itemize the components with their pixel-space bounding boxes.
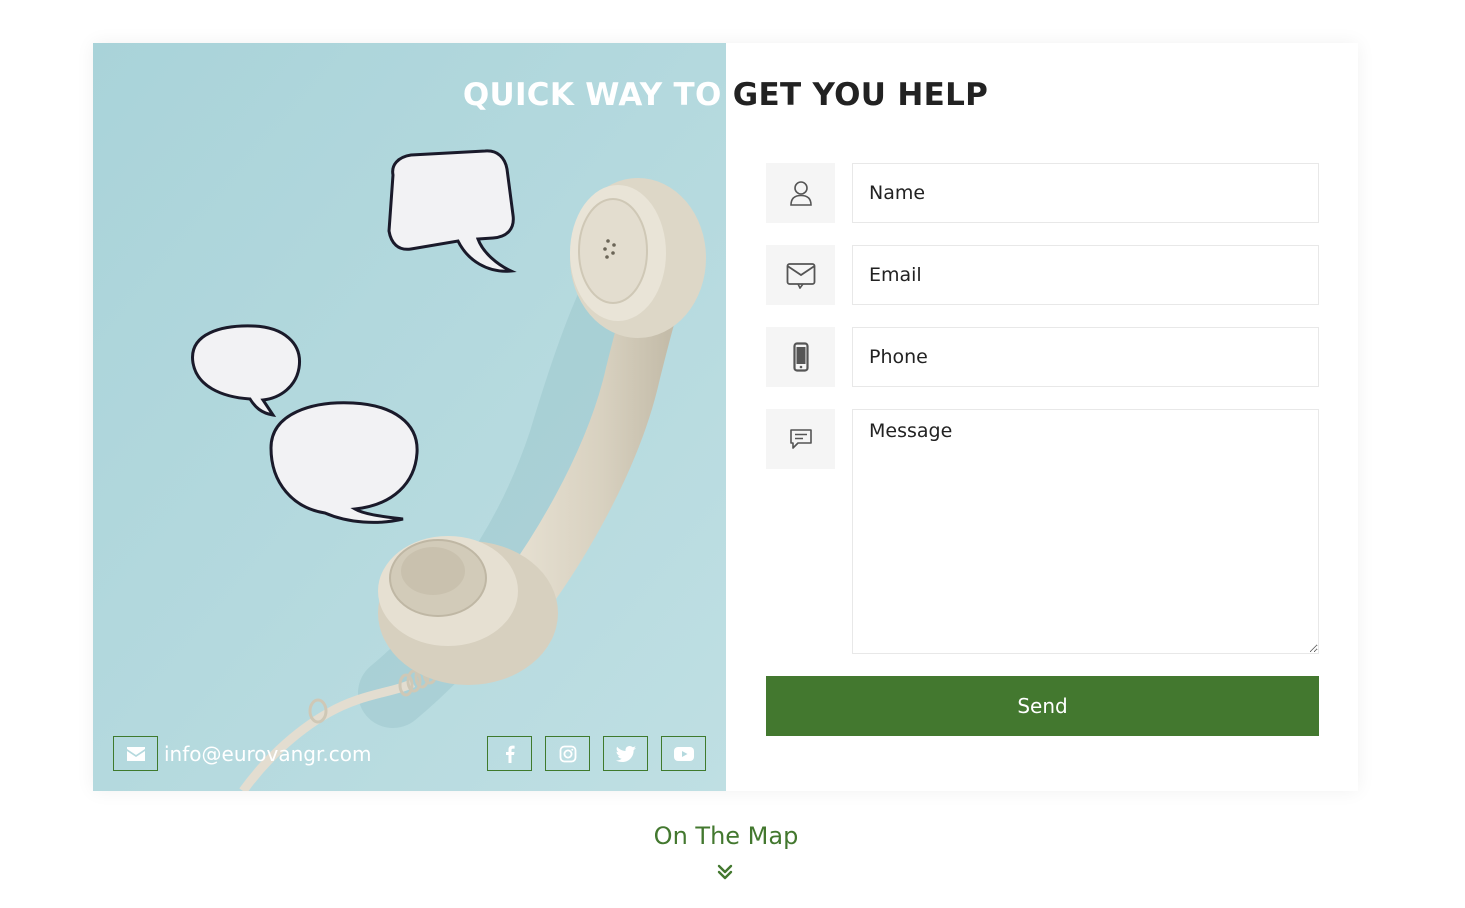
facebook-icon[interactable] (487, 736, 532, 771)
envelope-icon (113, 736, 158, 771)
social-links (487, 736, 706, 771)
twitter-icon[interactable] (603, 736, 648, 771)
contact-email[interactable]: info@eurovangr.com (113, 736, 371, 771)
message-textarea[interactable] (852, 409, 1319, 654)
email-link[interactable]: info@eurovangr.com (164, 742, 371, 766)
contact-card: QUICK WAY TO GET YOU HELP info@eurovangr… (93, 43, 1358, 791)
title-part-white: QUICK WAY TO (462, 77, 722, 113)
mobile-phone-icon (766, 327, 835, 387)
email-row (766, 245, 1319, 305)
title-part-dark-text: GET YOU HELP (732, 77, 989, 113)
message-row (766, 409, 1319, 654)
instagram-icon[interactable] (545, 736, 590, 771)
contact-title: QUICK WAY TO GET YOU HELP (93, 77, 1358, 113)
user-icon (766, 163, 835, 223)
email-input[interactable] (852, 245, 1319, 305)
chat-icon (766, 409, 835, 469)
phone-row (766, 327, 1319, 387)
phone-input[interactable] (852, 327, 1319, 387)
name-row (766, 163, 1319, 223)
telephone-illustration (93, 43, 726, 791)
youtube-icon[interactable] (661, 736, 706, 771)
contact-photo (93, 43, 726, 791)
map-section-title: On The Map (653, 822, 799, 850)
envelope-icon (766, 245, 835, 305)
double-chevron-down-icon[interactable] (716, 863, 734, 885)
send-button[interactable]: Send (766, 676, 1319, 736)
title-part-dark: GET YOU HELP (722, 77, 989, 113)
name-input[interactable] (852, 163, 1319, 223)
